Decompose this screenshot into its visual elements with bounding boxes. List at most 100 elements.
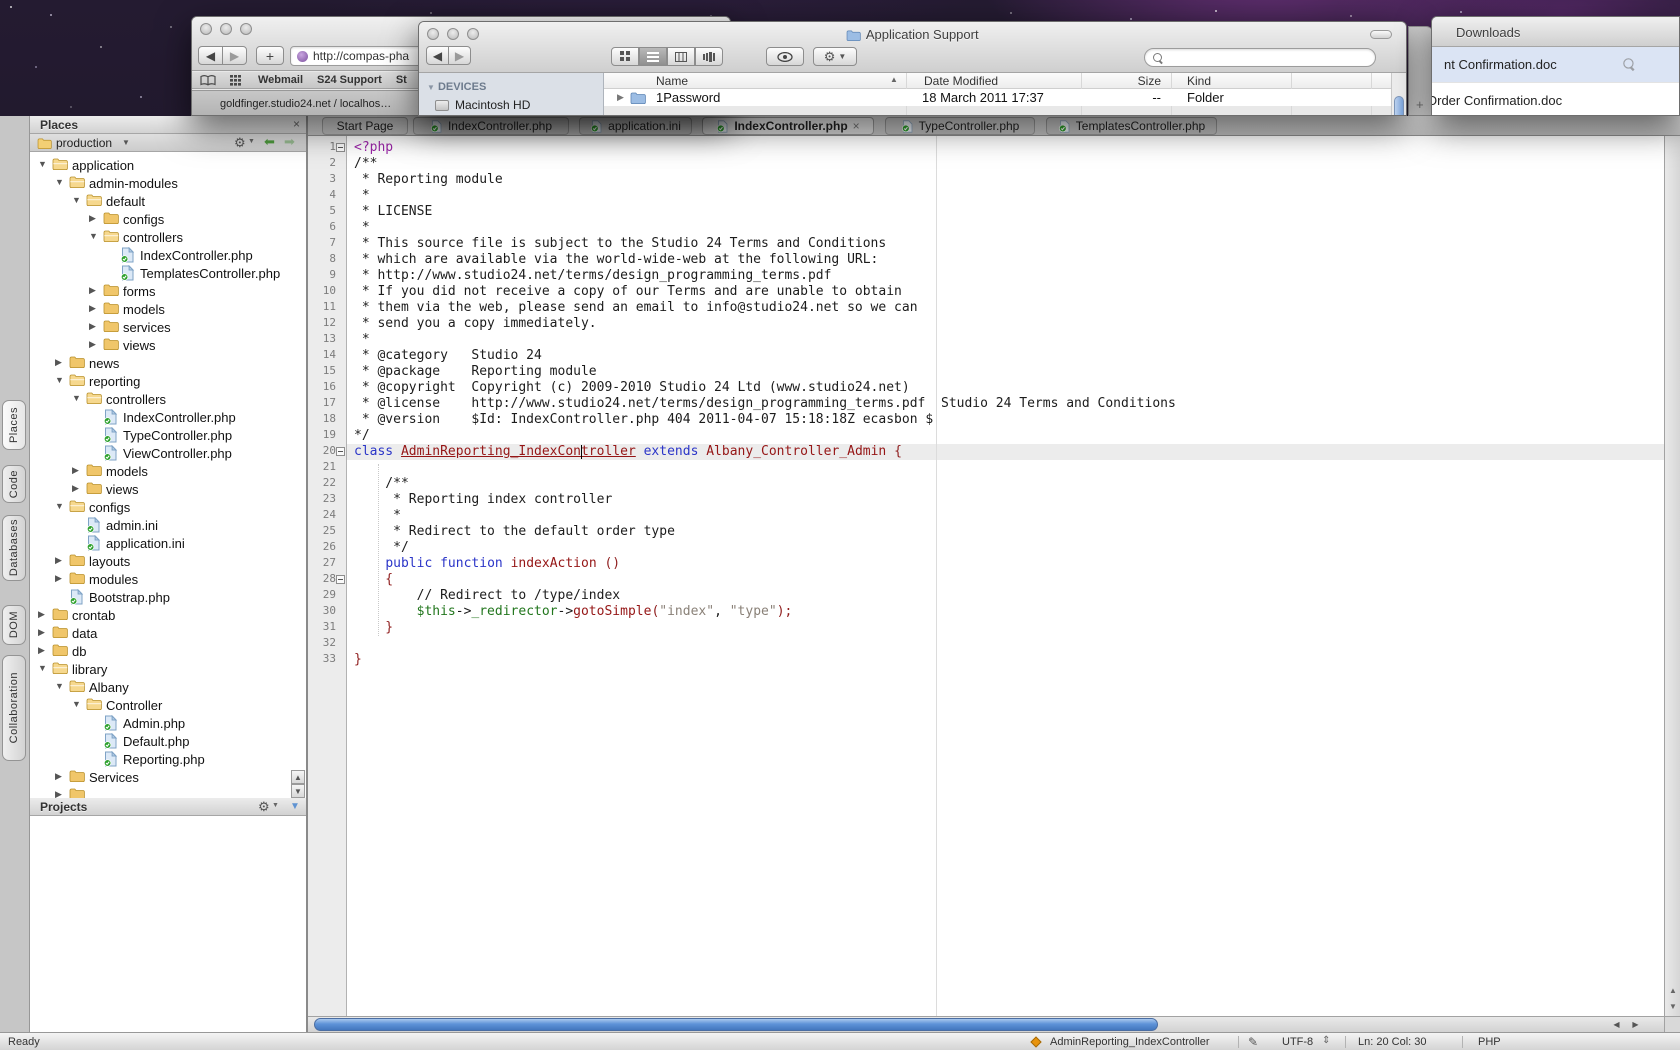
topsites-grid-icon[interactable] — [230, 75, 244, 86]
close-panel-button[interactable]: × — [293, 117, 300, 131]
disclosure-triangle-icon[interactable]: ▶ — [89, 303, 96, 314]
disclosure-triangle-icon[interactable]: ▶ — [55, 771, 62, 782]
action-menu-button[interactable]: ⚙▼ — [813, 47, 857, 66]
add-button[interactable]: + — [1416, 97, 1424, 112]
tree-row[interactable]: ▼reporting — [30, 372, 306, 390]
language-mode-selector[interactable]: PHP — [1478, 1036, 1501, 1048]
close-tab-button[interactable]: × — [853, 119, 860, 133]
editor-tab[interactable]: TemplatesController.php — [1046, 117, 1217, 135]
finder-scrollbar[interactable] — [1391, 73, 1406, 115]
drawer-tab-dom[interactable]: DOM — [2, 605, 26, 645]
code-fold-toggle[interactable] — [336, 575, 345, 584]
disclosure-triangle-icon[interactable]: ▼ — [55, 177, 64, 187]
tree-row[interactable]: ▼admin-modules — [30, 174, 306, 192]
tree-row[interactable]: ▼controllers — [30, 228, 306, 246]
tree-row[interactable]: Reporting.php — [30, 750, 306, 768]
places-gear-button[interactable]: ⚙ — [234, 135, 246, 151]
tree-row[interactable]: ▶ — [30, 786, 306, 798]
tree-row[interactable]: IndexController.php — [30, 408, 306, 426]
disclosure-triangle-icon[interactable]: ▶ — [38, 645, 45, 656]
tree-row[interactable]: ▶forms — [30, 282, 306, 300]
code-fold-toggle[interactable] — [336, 447, 345, 456]
minimize-window-button[interactable] — [220, 23, 232, 35]
browser-forward-button[interactable]: ▶ — [222, 46, 247, 65]
tree-row[interactable]: ▶views — [30, 480, 306, 498]
drawer-tab-collaboration[interactable]: Collaboration — [2, 655, 26, 761]
disclosure-triangle-icon[interactable]: ▶ — [38, 627, 45, 638]
code-fold-toggle[interactable] — [336, 143, 345, 152]
tree-row[interactable]: admin.ini — [30, 516, 306, 534]
disclosure-triangle-icon[interactable]: ▼ — [89, 231, 98, 241]
navigate-forward-icon[interactable]: ➡ — [284, 134, 295, 150]
close-window-button[interactable] — [200, 23, 212, 35]
tree-row[interactable]: application.ini — [30, 534, 306, 552]
tree-row[interactable]: ▼library — [30, 660, 306, 678]
download-item[interactable]: Order Confirmation.doc — [1432, 83, 1679, 116]
tree-row[interactable]: Bootstrap.php — [30, 588, 306, 606]
column-header-size[interactable]: Size — [1119, 74, 1161, 88]
disclosure-triangle-icon[interactable]: ▶ — [89, 321, 96, 332]
tree-row[interactable]: ▶Services — [30, 768, 306, 786]
disclosure-triangle-icon[interactable]: ▼ — [72, 393, 81, 403]
tree-row[interactable]: ▶data — [30, 624, 306, 642]
editor-tab[interactable]: TypeController.php — [885, 117, 1035, 135]
scroll-right-button[interactable]: ▶ — [1627, 1019, 1644, 1031]
tree-row[interactable]: ▶db — [30, 642, 306, 660]
table-row[interactable]: ▶ 1Password 18 March 2011 17:37 -- Folde… — [604, 89, 1391, 106]
disclosure-triangle-icon[interactable]: ▶ — [617, 92, 624, 103]
navigate-back-icon[interactable]: ⬅ — [264, 134, 275, 150]
disclosure-triangle-icon[interactable]: ▶ — [55, 357, 62, 368]
tree-row[interactable]: Default.php — [30, 732, 306, 750]
code-editor[interactable]: <?php/** * Reporting module * * LICENSE … — [354, 140, 1176, 668]
disclosure-triangle-icon[interactable]: ▶ — [89, 285, 96, 296]
edit-mode-icon[interactable]: ✎ — [1248, 1035, 1258, 1049]
editor-tab-active[interactable]: IndexController.php× — [702, 117, 874, 135]
browser-tab[interactable]: goldfinger.studio24.net / localhos… — [220, 98, 391, 110]
projects-gear-button[interactable]: ⚙ — [258, 799, 270, 815]
finder-back-button[interactable]: ◀ — [426, 46, 449, 65]
disclosure-triangle-icon[interactable]: ▶ — [89, 339, 96, 350]
tree-row[interactable]: ▶views — [30, 336, 306, 354]
disclosure-triangle-icon[interactable]: ▶ — [72, 483, 79, 494]
tree-row[interactable]: TypeController.php — [30, 426, 306, 444]
new-tab-button[interactable]: + — [256, 46, 284, 65]
scrollbar-thumb[interactable] — [1394, 96, 1404, 116]
editor-tab[interactable]: Start Page — [322, 117, 408, 135]
browser-back-button[interactable]: ◀ — [198, 46, 223, 65]
tree-row[interactable]: TemplatesController.php — [30, 264, 306, 282]
toolbar-toggle-pill[interactable] — [1370, 30, 1392, 39]
tree-row[interactable]: ▼application — [30, 156, 306, 174]
vertical-scrollbar[interactable]: ▲ ▼ — [1664, 136, 1680, 1016]
scroll-up-button[interactable]: ▲ — [1667, 984, 1679, 998]
bookmark-truncated[interactable]: St — [396, 74, 407, 86]
finder-search-field[interactable] — [1144, 48, 1376, 67]
disclosure-triangle-icon[interactable]: ▶ — [38, 609, 45, 620]
tree-row[interactable]: ▶crontab — [30, 606, 306, 624]
disclosure-triangle-icon[interactable]: ▼ — [38, 159, 47, 169]
disclosure-triangle-icon[interactable]: ▼ — [55, 501, 64, 511]
bookmark-s24-support[interactable]: S24 Support — [317, 74, 382, 86]
column-view-button[interactable] — [667, 47, 695, 66]
scroll-down-button[interactable]: ▼ — [291, 784, 305, 798]
quick-look-button[interactable] — [766, 47, 804, 66]
disclosure-triangle-icon[interactable]: ▶ — [55, 789, 62, 798]
tree-row[interactable]: ▶services — [30, 318, 306, 336]
editor-tab[interactable]: IndexController.php — [413, 117, 569, 135]
drawer-tab-databases[interactable]: Databases — [2, 515, 26, 581]
projects-list-empty[interactable] — [30, 816, 306, 1032]
column-header-name[interactable]: Name — [656, 74, 688, 88]
encoding-selector[interactable]: UTF-8 — [1282, 1036, 1313, 1048]
tree-row[interactable]: ▶news — [30, 354, 306, 372]
zoom-window-button[interactable] — [240, 23, 252, 35]
scroll-left-button[interactable]: ◀ — [1608, 1019, 1625, 1031]
drawer-tab-code[interactable]: Code — [2, 465, 26, 503]
disclosure-triangle-icon[interactable]: ▼ — [427, 83, 435, 92]
tree-row[interactable]: ▼controllers — [30, 390, 306, 408]
column-header-kind[interactable]: Kind — [1187, 74, 1211, 88]
drawer-tab-places[interactable]: Places — [2, 400, 26, 450]
sidebar-item-macintosh-hd[interactable]: Macintosh HD — [435, 98, 530, 112]
tree-row[interactable]: ViewController.php — [30, 444, 306, 462]
icon-view-button[interactable] — [611, 47, 639, 66]
scroll-up-button[interactable]: ▲ — [291, 770, 305, 784]
disclosure-triangle-icon[interactable]: ▶ — [55, 573, 62, 584]
